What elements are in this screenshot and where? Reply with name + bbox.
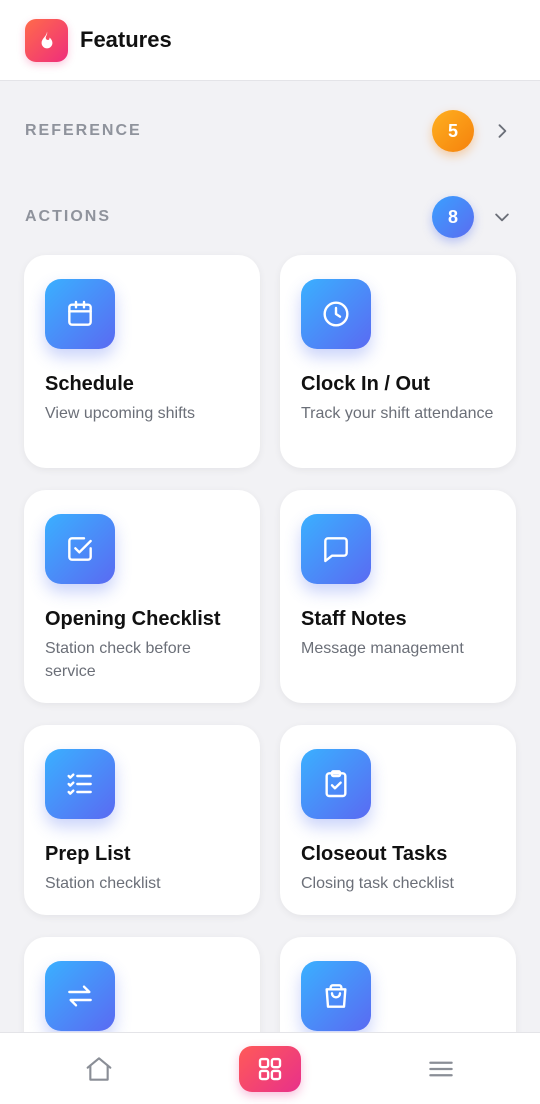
checkbox-icon bbox=[45, 514, 115, 584]
count-badge: 8 bbox=[432, 196, 474, 238]
feature-card-closeout-tasks[interactable]: Closeout Tasks Closing task checklist bbox=[280, 725, 516, 915]
card-description: Station checklist bbox=[45, 875, 161, 892]
list-icon bbox=[45, 749, 115, 819]
card-description: View upcoming shifts bbox=[45, 405, 195, 422]
message-icon bbox=[301, 514, 371, 584]
card-description: Station check before service bbox=[45, 640, 191, 680]
card-title: Staff Notes bbox=[301, 608, 407, 630]
bottom-tab-bar bbox=[0, 1032, 540, 1104]
card-title: Prep List bbox=[45, 843, 131, 865]
card-description: Message management bbox=[301, 640, 464, 657]
grid-icon bbox=[258, 1057, 282, 1081]
chevron-down-icon[interactable] bbox=[490, 205, 514, 229]
tab-features[interactable] bbox=[239, 1046, 301, 1092]
section-reference-header[interactable]: REFERENCE 5 bbox=[0, 109, 540, 153]
tab-home[interactable] bbox=[76, 1046, 122, 1092]
shopping-bag-icon bbox=[301, 961, 371, 1031]
card-description: Track your shift attendance bbox=[301, 405, 494, 422]
clock-icon bbox=[301, 279, 371, 349]
feature-card-clock-in-out[interactable]: Clock In / Out Track your shift attendan… bbox=[280, 255, 516, 468]
section-actions-header[interactable]: ACTIONS 8 bbox=[0, 195, 540, 239]
menu-icon bbox=[429, 1061, 453, 1077]
section-title: ACTIONS bbox=[25, 208, 111, 225]
card-title: Closeout Tasks bbox=[301, 843, 448, 865]
card-title: Opening Checklist bbox=[45, 608, 221, 630]
card-title: Clock In / Out bbox=[301, 373, 430, 395]
swap-icon bbox=[45, 961, 115, 1031]
feature-card-schedule[interactable]: Schedule View upcoming shifts bbox=[24, 255, 260, 468]
home-icon bbox=[86, 1057, 112, 1081]
count-badge: 5 bbox=[432, 110, 474, 152]
page-title: Features bbox=[80, 27, 172, 52]
feature-card-staff-notes[interactable]: Staff Notes Message management bbox=[280, 490, 516, 703]
card-title: Schedule bbox=[45, 373, 134, 395]
tab-menu[interactable] bbox=[418, 1046, 464, 1092]
clipboard-check-icon bbox=[301, 749, 371, 819]
section-title: REFERENCE bbox=[25, 122, 142, 139]
flame-icon bbox=[25, 18, 68, 62]
app-header: Features bbox=[0, 0, 540, 81]
card-description: Closing task checklist bbox=[301, 875, 454, 892]
feature-card-prep-list[interactable]: Prep List Station checklist bbox=[24, 725, 260, 915]
calendar-icon bbox=[45, 279, 115, 349]
feature-card-opening-checklist[interactable]: Opening Checklist Station check before s… bbox=[24, 490, 260, 703]
chevron-right-icon[interactable] bbox=[490, 119, 514, 143]
